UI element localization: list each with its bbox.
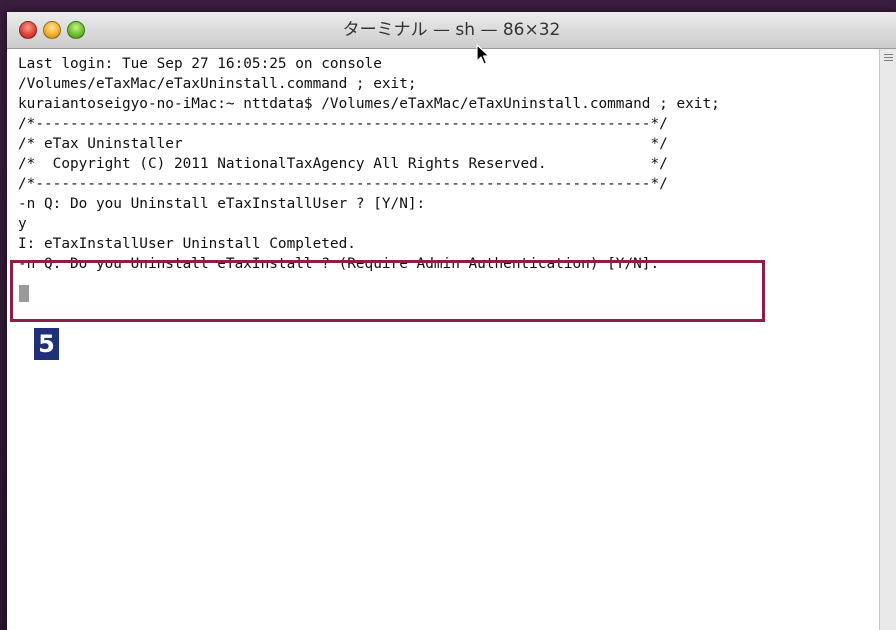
- terminal-line: /Volumes/eTaxMac/eTaxUninstall.command ;…: [18, 76, 417, 92]
- terminal-output[interactable]: Last login: Tue Sep 27 16:05:25 on conso…: [7, 49, 879, 630]
- terminal-line: -n Q: Do you Uninstall eTaxInstallUser ?…: [18, 196, 426, 212]
- window-title: ターミナル — sh — 86×32: [342, 20, 561, 40]
- terminal-line: /* eTax Uninstaller */: [18, 136, 668, 152]
- split-grip-icon[interactable]: [884, 54, 893, 62]
- terminal-line: kuraiantoseigyo-no-iMac:~ nttdata$ /Volu…: [18, 96, 720, 112]
- terminal-line: Last login: Tue Sep 27 16:05:25 on conso…: [18, 56, 382, 72]
- highlight-box: [10, 260, 765, 322]
- terminal-line: /*--------------------------------------…: [18, 176, 668, 192]
- terminal-line: /* Copyright (C) 2011 NationalTaxAgency …: [18, 156, 668, 172]
- screen: ターミナル — sh — 86×32 Last login: Tue Sep 2…: [0, 0, 896, 630]
- title-bar[interactable]: ターミナル — sh — 86×32: [7, 12, 896, 49]
- mouse-pointer-icon: [476, 44, 490, 65]
- vertical-scrollbar[interactable]: [879, 49, 896, 630]
- terminal-line: I: eTaxInstallUser Uninstall Completed.: [18, 236, 356, 252]
- terminal-line: y: [18, 216, 27, 232]
- step-number-badge: 5: [34, 328, 59, 360]
- terminal-line: /*--------------------------------------…: [18, 116, 668, 132]
- terminal-window: ターミナル — sh — 86×32 Last login: Tue Sep 2…: [7, 12, 896, 630]
